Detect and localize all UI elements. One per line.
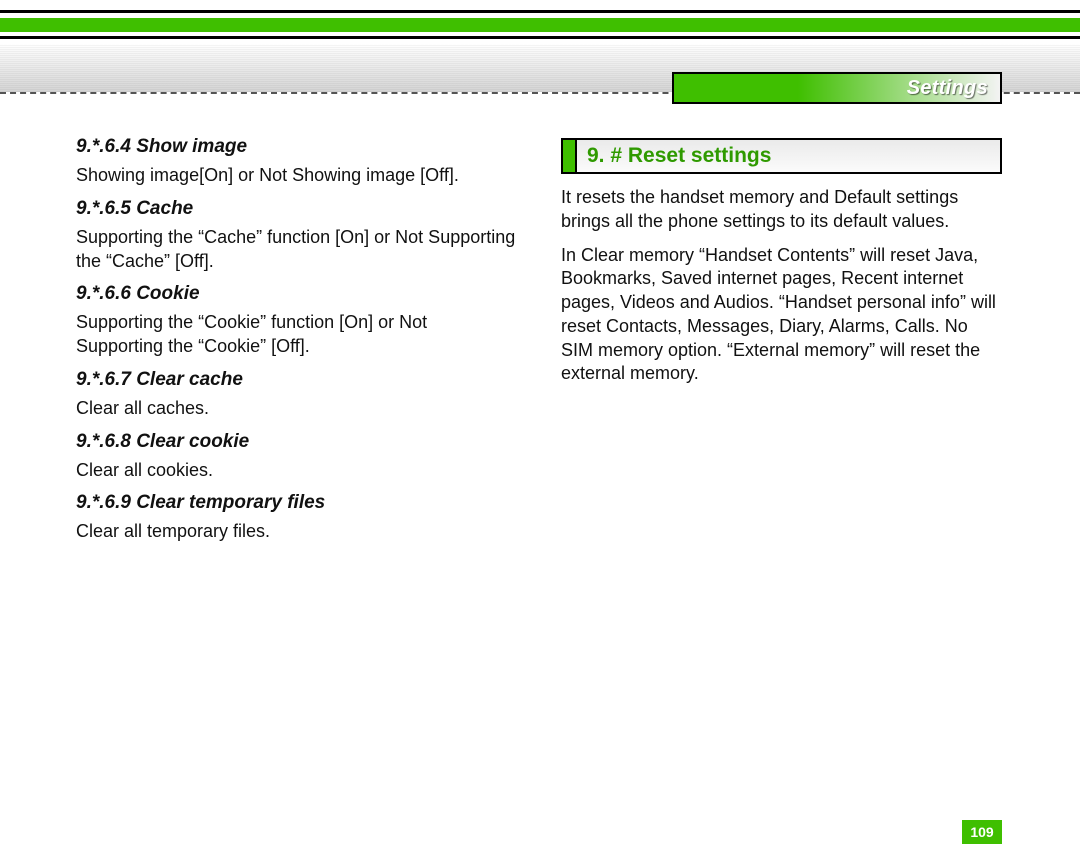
body-clear-cookie: Clear all cookies.	[76, 459, 517, 483]
body-show-image: Showing image[On] or Not Showing image […	[76, 164, 517, 188]
top-rule-1	[0, 10, 1080, 13]
section-tab-label: Settings	[907, 77, 988, 100]
left-column: 9.*.6.4 Show image Showing image[On] or …	[76, 136, 517, 824]
body-cookie: Supporting the “Cookie” function [On] or…	[76, 311, 517, 359]
body-cache: Supporting the “Cache” function [On] or …	[76, 226, 517, 274]
heading-cookie: 9.*.6.6 Cookie	[76, 283, 517, 305]
body-clear-cache: Clear all caches.	[76, 397, 517, 421]
top-rule-2	[0, 36, 1080, 39]
heading-cache: 9.*.6.5 Cache	[76, 198, 517, 220]
heading-clear-cache: 9.*.6.7 Clear cache	[76, 369, 517, 391]
section-title-reset-settings: 9. # Reset settings	[561, 138, 1002, 174]
section-tab-settings: Settings	[672, 72, 1002, 104]
content-area: 9.*.6.4 Show image Showing image[On] or …	[76, 136, 1002, 824]
page-number-text: 109	[970, 824, 993, 840]
heading-clear-cookie: 9.*.6.8 Clear cookie	[76, 431, 517, 453]
heading-clear-temp: 9.*.6.9 Clear temporary files	[76, 492, 517, 514]
top-green-bar	[0, 18, 1080, 32]
reset-settings-para-2: In Clear memory “Handset Contents” will …	[561, 244, 1002, 387]
heading-show-image: 9.*.6.4 Show image	[76, 136, 517, 158]
section-title-accent	[563, 140, 577, 172]
manual-page: Settings 9.*.6.4 Show image Showing imag…	[0, 0, 1080, 864]
section-title-text: 9. # Reset settings	[577, 140, 1000, 172]
page-number-badge: 109	[962, 820, 1002, 844]
body-clear-temp: Clear all temporary files.	[76, 520, 517, 544]
reset-settings-para-1: It resets the handset memory and Default…	[561, 186, 1002, 234]
right-column: 9. # Reset settings It resets the handse…	[561, 136, 1002, 824]
